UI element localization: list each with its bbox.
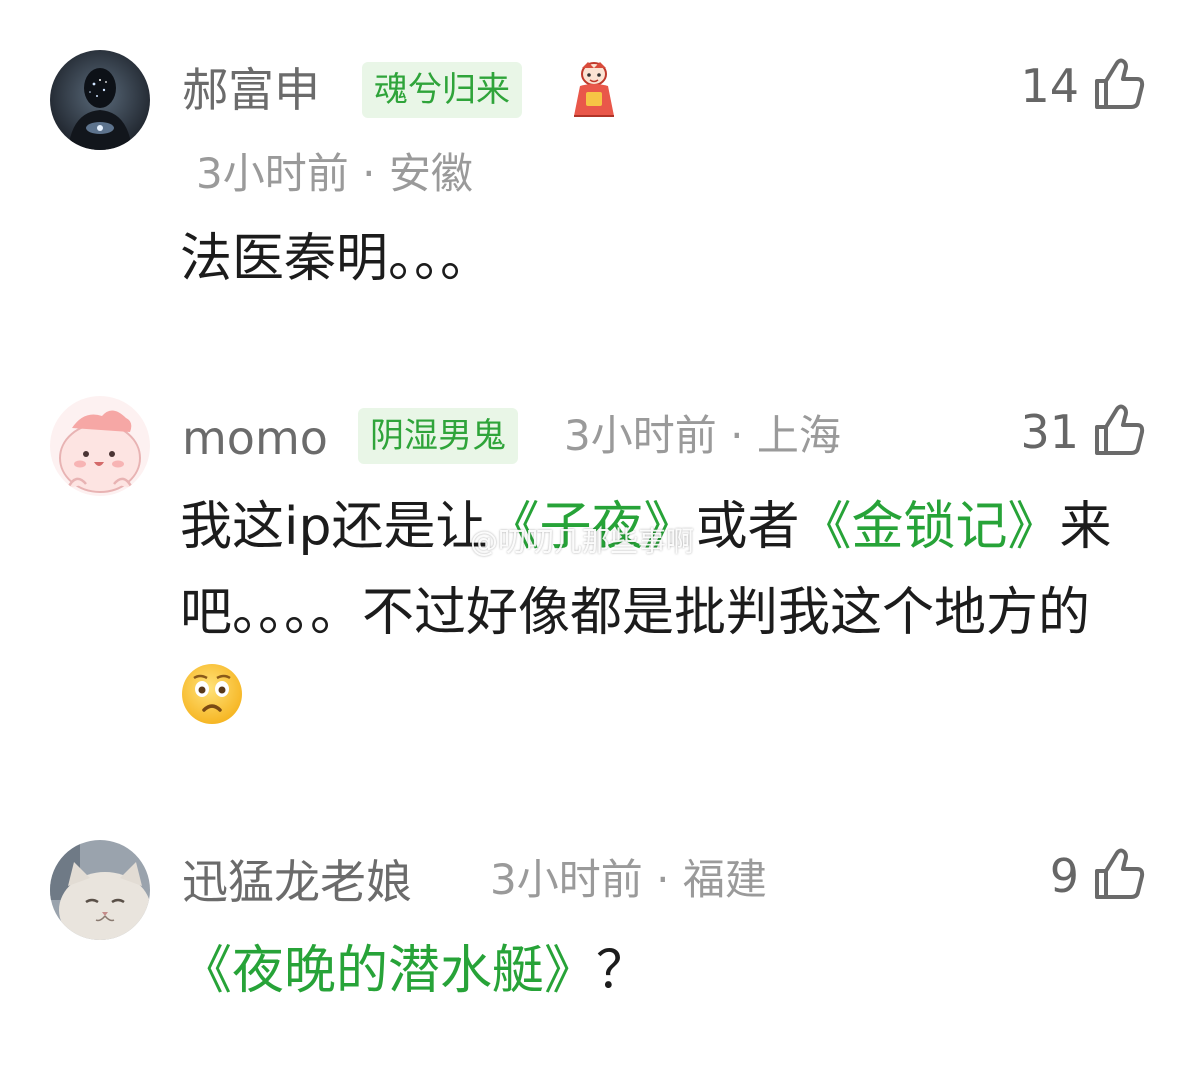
comment-meta: 3小时前 · 福建: [490, 852, 767, 908]
comment-list: 郝富申 魂兮归来 3小时前 · 安徽 14 法医秦明。。。 momo 阴湿男鬼 …: [0, 0, 1200, 1070]
book-link[interactable]: 《夜晚的潜水艇》: [180, 941, 596, 1001]
like-count: 9: [1049, 849, 1079, 903]
avatar[interactable]: [50, 840, 150, 940]
meta-separator: ·: [656, 855, 670, 904]
comment-item: 迅猛龙老娘 3小时前 · 福建 9 《夜晚的潜水艇》？: [0, 0, 1200, 1070]
timestamp: 3小时前: [490, 855, 643, 904]
username[interactable]: 迅猛龙老娘: [182, 852, 412, 912]
comment-body: ？: [596, 941, 649, 1001]
comment-text: 《夜晚的潜水艇》？: [180, 928, 1120, 1014]
location: 福建: [682, 855, 767, 904]
thumb-up-icon: [1093, 847, 1145, 905]
like-button[interactable]: 9: [1050, 846, 1145, 906]
